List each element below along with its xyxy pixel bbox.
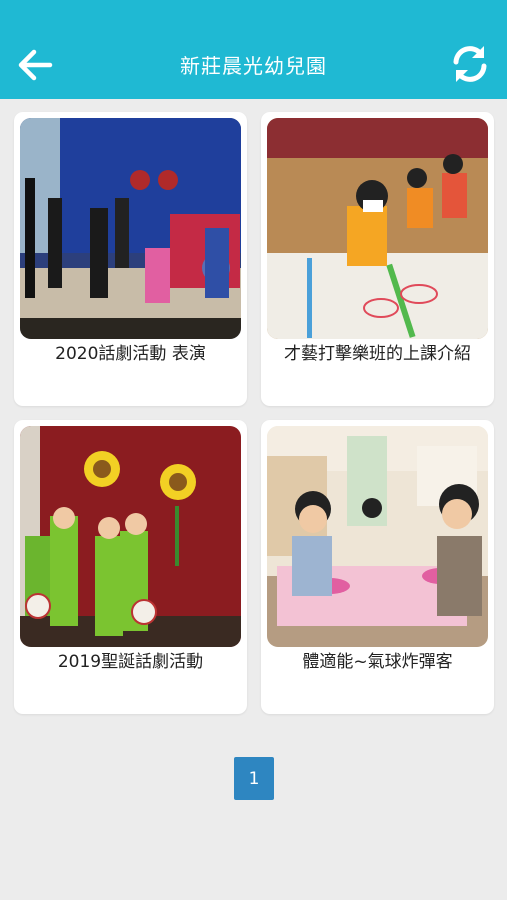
app-header: 新莊晨光幼兒園	[0, 0, 507, 99]
refresh-button[interactable]	[448, 42, 492, 86]
album-card-balloon-bomber[interactable]: 體適能~氣球炸彈客	[261, 420, 494, 714]
album-caption: 體適能~氣球炸彈客	[302, 652, 453, 672]
album-caption: 2020話劇活動 表演	[55, 344, 206, 364]
album-card-drama-2020[interactable]: 2020話劇活動 表演	[14, 112, 247, 406]
refresh-icon	[453, 46, 487, 82]
album-photo	[20, 426, 241, 647]
album-caption: 才藝打擊樂班的上課介紹	[284, 344, 471, 364]
album-caption: 2019聖誕話劇活動	[57, 652, 204, 672]
album-photo	[20, 118, 241, 339]
album-photo	[267, 118, 488, 339]
album-card-percussion-class[interactable]: 才藝打擊樂班的上課介紹	[261, 112, 494, 406]
pagination-page-button[interactable]: 1	[234, 757, 274, 800]
page-title: 新莊晨光幼兒園	[180, 54, 327, 78]
album-photo	[267, 426, 488, 647]
album-card-christmas-drama-2019[interactable]: 2019聖誕話劇活動	[14, 420, 247, 714]
